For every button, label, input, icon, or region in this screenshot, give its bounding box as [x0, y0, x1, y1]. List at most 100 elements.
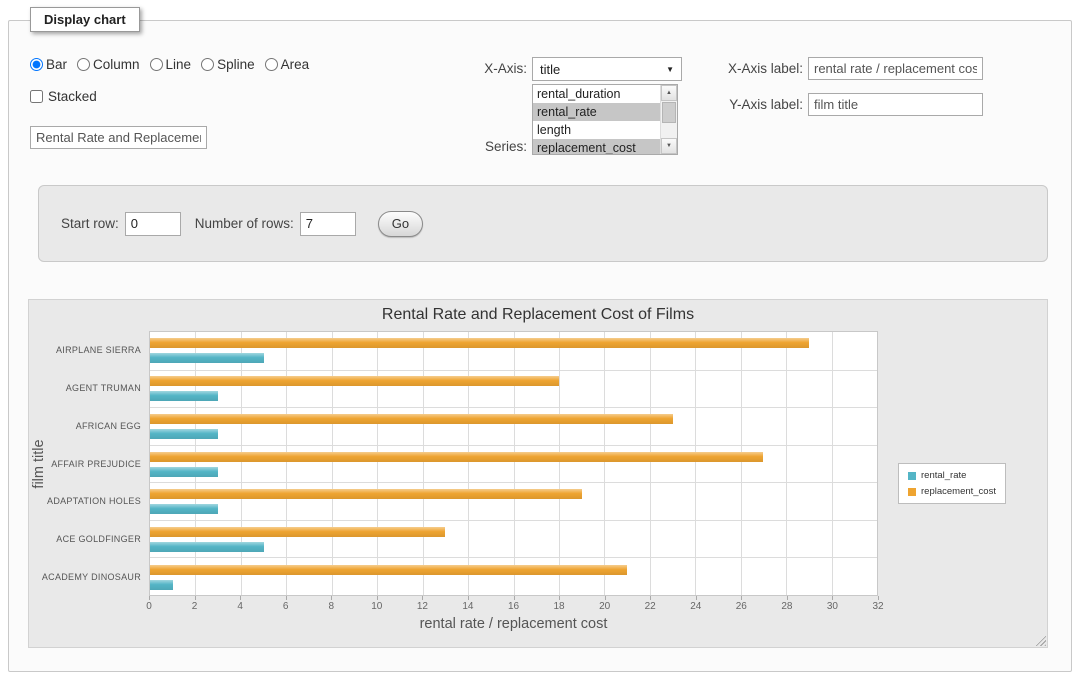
chart-type-area[interactable]: Area [265, 57, 310, 72]
x-gridline [650, 332, 651, 595]
x-tickmark [741, 596, 742, 600]
series-option-replacement-cost[interactable]: replacement_cost [533, 139, 660, 154]
num-rows-label: Number of rows: [195, 216, 294, 231]
x-gridline [514, 332, 515, 595]
radio-label-line: Line [166, 57, 192, 72]
x-tick-label: 4 [225, 601, 255, 612]
bar-replacement_cost[interactable] [150, 452, 763, 462]
fieldset-legend: Display chart [30, 7, 140, 32]
chart-type-radio-line[interactable] [150, 58, 163, 71]
series-options: rental_duration rental_rate length repla… [533, 85, 660, 154]
chart-panel: Rental Rate and Replacement Cost of Film… [28, 299, 1048, 648]
x-tickmark [422, 596, 423, 600]
x-gridline [377, 332, 378, 595]
scroll-down-icon[interactable]: ▼ [661, 138, 677, 154]
stacked-label: Stacked [48, 89, 97, 104]
y-gridline [150, 445, 877, 446]
chart-type-radio-column[interactable] [77, 58, 90, 71]
category-label: ACE GOLDFINGER [29, 534, 141, 544]
bar-rental_rate[interactable] [150, 391, 218, 401]
chart-type-radio-area[interactable] [265, 58, 278, 71]
x-tickmark [468, 596, 469, 600]
series-option-rental-duration[interactable]: rental_duration [533, 85, 660, 103]
chart-type-spline[interactable]: Spline [201, 57, 255, 72]
num-rows-input[interactable] [300, 212, 356, 236]
scrollbar-track[interactable] [661, 124, 677, 138]
x-tick-label: 14 [453, 601, 483, 612]
bar-rental_rate[interactable] [150, 542, 264, 552]
bar-rental_rate[interactable] [150, 429, 218, 439]
radio-label-bar: Bar [46, 57, 67, 72]
x-tick-label: 20 [590, 601, 620, 612]
radio-label-column: Column [93, 57, 140, 72]
chart-title-input[interactable] [30, 126, 207, 149]
stacked-checkbox-row[interactable]: Stacked [30, 89, 97, 104]
category-label: AGENT TRUMAN [29, 383, 141, 393]
radio-label-area: Area [281, 57, 310, 72]
fieldset-legend-text: Display chart [44, 12, 126, 27]
radio-label-spline: Spline [217, 57, 255, 72]
plot-area [149, 331, 878, 596]
x-axis-select[interactable]: title ▼ [532, 57, 682, 81]
category-label: AFRICAN EGG [29, 421, 141, 431]
x-tickmark [240, 596, 241, 600]
stacked-checkbox[interactable] [30, 90, 43, 103]
scroll-up-icon[interactable]: ▲ [661, 85, 677, 101]
series-option-length[interactable]: length [533, 121, 660, 139]
x-gridline [195, 332, 196, 595]
x-tickmark [878, 596, 879, 600]
x-tick-label: 30 [817, 601, 847, 612]
category-label: ADAPTATION HOLES [29, 496, 141, 506]
chart-type-line[interactable]: Line [150, 57, 192, 72]
x-axis-label-caption: X-Axis label: [710, 61, 803, 76]
row-controls-panel: Start row: Number of rows: Go [38, 185, 1048, 262]
legend-entry-replacement_cost[interactable]: replacement_cost [908, 486, 996, 497]
category-label: ACADEMY DINOSAUR [29, 572, 141, 582]
x-gridline [604, 332, 605, 595]
chart-type-radio-spline[interactable] [201, 58, 214, 71]
scrollbar-thumb[interactable] [662, 102, 676, 123]
bar-replacement_cost[interactable] [150, 565, 627, 575]
listbox-scrollbar[interactable]: ▲ ▼ [660, 85, 677, 154]
start-row-input[interactable] [125, 212, 181, 236]
legend-swatch [908, 472, 916, 480]
category-label: AIRPLANE SIERRA [29, 345, 141, 355]
legend-label: rental_rate [921, 470, 966, 481]
y-axis-label-caption: Y-Axis label: [710, 97, 803, 112]
bar-replacement_cost[interactable] [150, 338, 809, 348]
chart-title: Rental Rate and Replacement Cost of Film… [29, 306, 1047, 324]
x-tick-label: 0 [134, 601, 164, 612]
chart-type-column[interactable]: Column [77, 57, 140, 72]
bar-replacement_cost[interactable] [150, 376, 559, 386]
x-gridline [741, 332, 742, 595]
x-axis-label-input[interactable] [808, 57, 983, 80]
x-gridline [468, 332, 469, 595]
legend-label: replacement_cost [921, 486, 996, 497]
x-tickmark [559, 596, 560, 600]
x-tickmark [195, 596, 196, 600]
chart-type-bar[interactable]: Bar [30, 57, 67, 72]
series-option-rental-rate[interactable]: rental_rate [533, 103, 660, 121]
chart-resize-handle[interactable] [1033, 633, 1046, 646]
y-gridline [150, 370, 877, 371]
legend-entry-rental_rate[interactable]: rental_rate [908, 470, 996, 481]
x-tickmark [696, 596, 697, 600]
bar-replacement_cost[interactable] [150, 527, 445, 537]
bar-replacement_cost[interactable] [150, 414, 673, 424]
y-gridline [150, 520, 877, 521]
y-gridline [150, 407, 877, 408]
go-button[interactable]: Go [378, 211, 423, 237]
bar-rental_rate[interactable] [150, 467, 218, 477]
x-tick-label: 6 [271, 601, 301, 612]
x-tick-label: 8 [316, 601, 346, 612]
series-listbox[interactable]: rental_duration rental_rate length repla… [532, 84, 678, 155]
bar-rental_rate[interactable] [150, 504, 218, 514]
x-tick-label: 16 [499, 601, 529, 612]
display-chart-page: Display chart Bar Column Line Spline Are… [0, 0, 1081, 681]
bar-replacement_cost[interactable] [150, 489, 582, 499]
legend-swatch [908, 488, 916, 496]
y-axis-label-input[interactable] [808, 93, 983, 116]
chart-type-radio-bar[interactable] [30, 58, 43, 71]
bar-rental_rate[interactable] [150, 580, 173, 590]
bar-rental_rate[interactable] [150, 353, 264, 363]
